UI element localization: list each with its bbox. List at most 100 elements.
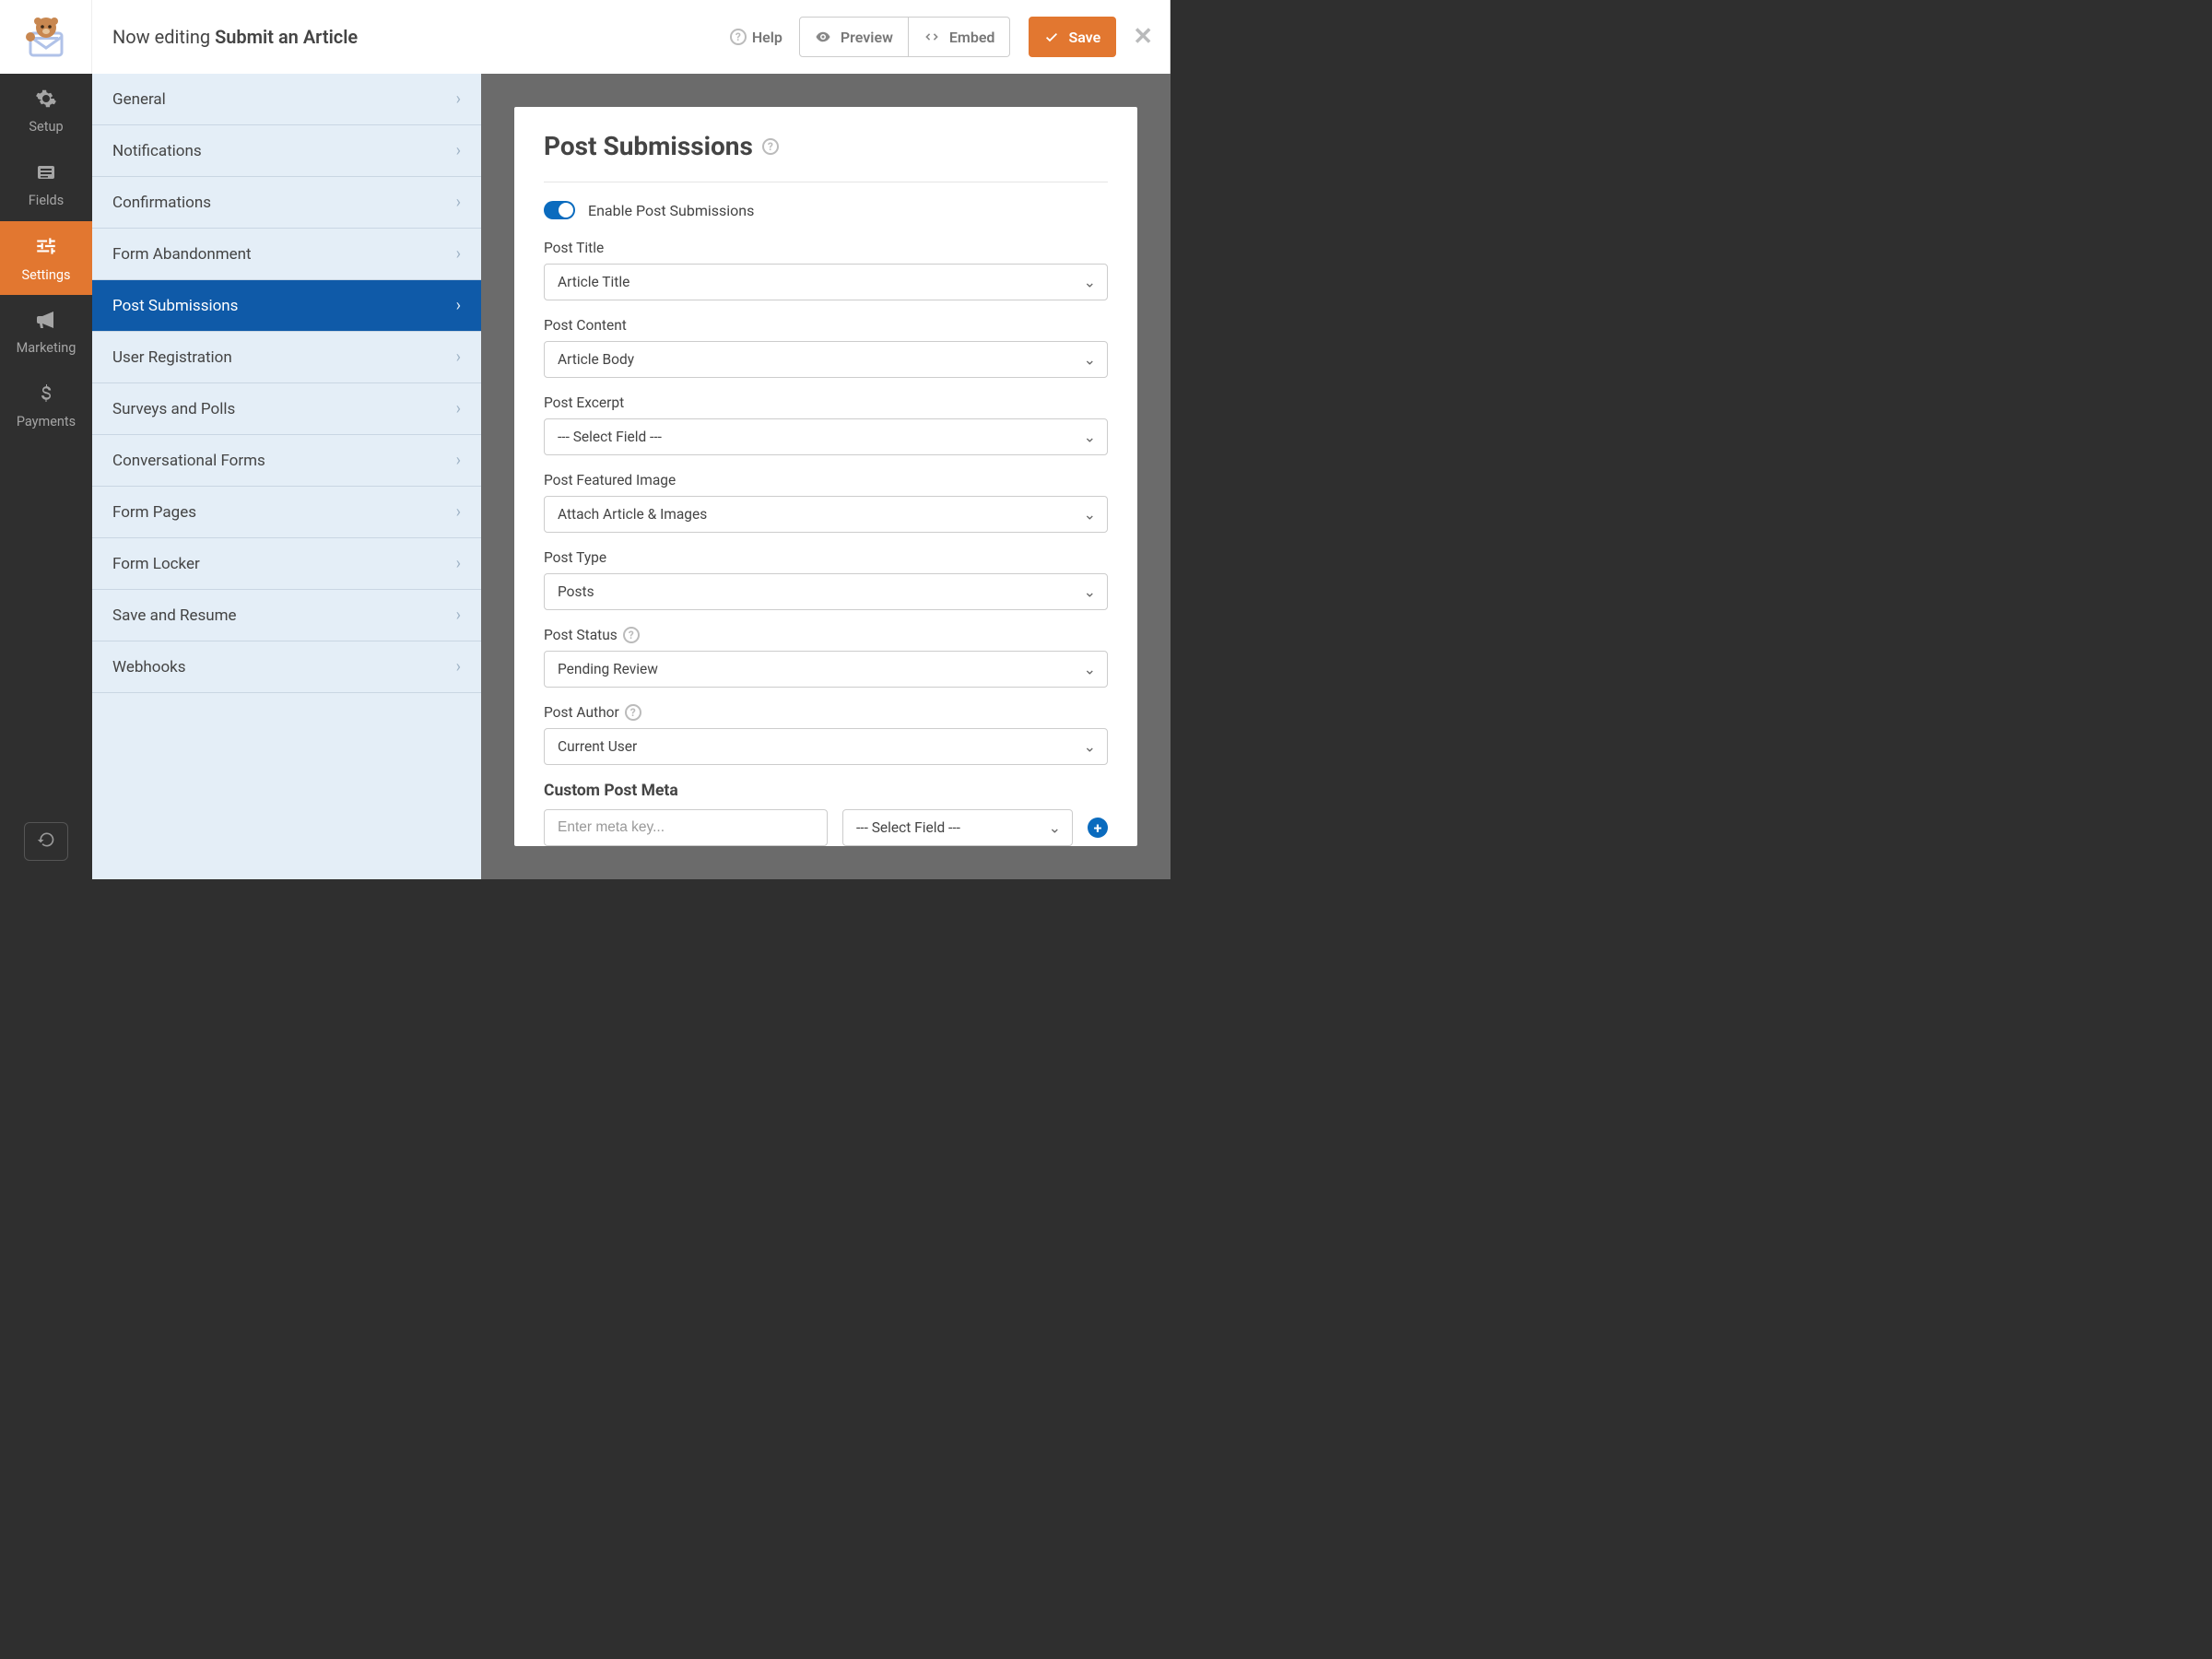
topbar: Now editing Submit an Article ? Help Pre… <box>92 0 1171 74</box>
field-post-excerpt: Post Excerpt --- Select Field ---⌄ <box>544 394 1108 455</box>
plus-icon: + <box>1094 819 1102 837</box>
help-icon[interactable]: ? <box>625 704 641 721</box>
check-icon <box>1044 29 1059 44</box>
nav-setup[interactable]: Setup <box>0 74 92 147</box>
editing-prefix: Now editing <box>112 26 215 48</box>
chevron-right-icon: › <box>456 657 461 677</box>
custom-meta-row: --- Select Field ---⌄ + <box>544 809 1108 846</box>
chevron-right-icon: › <box>456 606 461 625</box>
form-title[interactable]: Submit an Article <box>215 26 358 48</box>
panel-title: Post Submissions ? <box>544 131 1108 161</box>
nav-marketing-label: Marketing <box>17 340 76 356</box>
chevron-down-icon: ⌄ <box>1084 506 1096 524</box>
select-post-content[interactable]: Article Body⌄ <box>544 341 1108 378</box>
settings-item-user-registration[interactable]: User Registration› <box>92 332 481 383</box>
save-label: Save <box>1068 29 1100 46</box>
select-post-title[interactable]: Article Title⌄ <box>544 264 1108 300</box>
eye-icon <box>815 29 831 45</box>
field-post-featured-image: Post Featured Image Attach Article & Ima… <box>544 472 1108 533</box>
embed-button[interactable]: Embed <box>909 17 1011 57</box>
chevron-right-icon: › <box>456 89 461 109</box>
gear-icon <box>35 88 57 113</box>
select-post-author[interactable]: Current User⌄ <box>544 728 1108 765</box>
nav-settings[interactable]: Settings <box>0 221 92 295</box>
settings-item-confirmations[interactable]: Confirmations› <box>92 177 481 229</box>
code-icon <box>924 29 940 45</box>
select-post-featured-image[interactable]: Attach Article & Images⌄ <box>544 496 1108 533</box>
chevron-down-icon: ⌄ <box>1084 274 1096 291</box>
settings-item-form-abandonment[interactable]: Form Abandonment› <box>92 229 481 280</box>
help-icon: ? <box>730 29 747 45</box>
chevron-right-icon: › <box>456 502 461 522</box>
field-post-type: Post Type Posts⌄ <box>544 549 1108 610</box>
chevron-down-icon: ⌄ <box>1084 583 1096 601</box>
settings-item-conversational-forms[interactable]: Conversational Forms› <box>92 435 481 487</box>
nav-payments-label: Payments <box>17 414 76 429</box>
field-post-author: Post Author? Current User⌄ <box>544 704 1108 765</box>
bullhorn-icon <box>35 309 57 335</box>
nav-fields-label: Fields <box>29 193 64 208</box>
nav-marketing[interactable]: Marketing <box>0 295 92 369</box>
select-post-excerpt[interactable]: --- Select Field ---⌄ <box>544 418 1108 455</box>
select-post-type[interactable]: Posts⌄ <box>544 573 1108 610</box>
chevron-right-icon: › <box>456 554 461 573</box>
editing-title: Now editing Submit an Article <box>112 26 730 48</box>
chevron-down-icon: ⌄ <box>1084 351 1096 369</box>
meta-key-input[interactable] <box>544 809 828 846</box>
chevron-right-icon: › <box>456 193 461 212</box>
nav-settings-label: Settings <box>22 267 71 283</box>
settings-item-surveys-and-polls[interactable]: Surveys and Polls› <box>92 383 481 435</box>
chevron-down-icon: ⌄ <box>1084 661 1096 678</box>
field-post-content: Post Content Article Body⌄ <box>544 317 1108 378</box>
app-logo[interactable] <box>0 0 92 74</box>
add-meta-button[interactable]: + <box>1088 818 1108 838</box>
preview-label: Preview <box>841 29 893 46</box>
chevron-right-icon: › <box>456 451 461 470</box>
settings-item-webhooks[interactable]: Webhooks› <box>92 641 481 693</box>
help-icon[interactable]: ? <box>762 138 779 155</box>
help-icon[interactable]: ? <box>623 627 640 643</box>
leftnav: Setup Fields Settings Marketing Payments <box>0 74 92 879</box>
nav-fields[interactable]: Fields <box>0 147 92 221</box>
settings-item-form-pages[interactable]: Form Pages› <box>92 487 481 538</box>
save-button[interactable]: Save <box>1029 17 1116 57</box>
list-icon <box>35 161 57 187</box>
enable-toggle[interactable] <box>544 201 575 219</box>
settings-item-form-locker[interactable]: Form Locker› <box>92 538 481 590</box>
nav-setup-label: Setup <box>29 119 63 135</box>
chevron-right-icon: › <box>456 296 461 315</box>
settings-item-save-and-resume[interactable]: Save and Resume› <box>92 590 481 641</box>
preview-button[interactable]: Preview <box>799 17 909 57</box>
field-post-title: Post Title Article Title⌄ <box>544 240 1108 300</box>
canvas: Post Submissions ? Enable Post Submissio… <box>481 74 1171 879</box>
chevron-down-icon: ⌄ <box>1084 429 1096 446</box>
toggle-label: Enable Post Submissions <box>588 202 754 219</box>
meta-field-select[interactable]: --- Select Field ---⌄ <box>842 809 1073 846</box>
settings-item-notifications[interactable]: Notifications› <box>92 125 481 177</box>
history-button[interactable] <box>24 822 68 861</box>
settings-item-general[interactable]: General› <box>92 74 481 125</box>
chevron-right-icon: › <box>456 347 461 367</box>
toggle-row: Enable Post Submissions <box>544 201 1108 219</box>
sliders-icon <box>34 234 58 262</box>
custom-post-meta-heading: Custom Post Meta <box>544 782 1108 800</box>
chevron-down-icon: ⌄ <box>1084 738 1096 756</box>
chevron-down-icon: ⌄ <box>1049 819 1061 837</box>
chevron-right-icon: › <box>456 141 461 160</box>
dollar-icon <box>35 382 57 408</box>
help-label: Help <box>752 29 782 46</box>
settings-panel: Post Submissions ? Enable Post Submissio… <box>514 107 1137 846</box>
history-icon <box>37 830 55 853</box>
nav-payments[interactable]: Payments <box>0 369 92 442</box>
settings-menu: General› Notifications› Confirmations› F… <box>92 74 481 879</box>
chevron-right-icon: › <box>456 399 461 418</box>
settings-item-post-submissions[interactable]: Post Submissions› <box>92 280 481 332</box>
select-post-status[interactable]: Pending Review⌄ <box>544 651 1108 688</box>
embed-label: Embed <box>949 29 995 46</box>
field-post-status: Post Status? Pending Review⌄ <box>544 627 1108 688</box>
header-buttons: Preview Embed Save <box>799 17 1116 57</box>
close-button[interactable]: ✕ <box>1133 23 1153 51</box>
close-icon: ✕ <box>1133 23 1153 51</box>
help-link[interactable]: ? Help <box>730 29 782 46</box>
chevron-right-icon: › <box>456 244 461 264</box>
